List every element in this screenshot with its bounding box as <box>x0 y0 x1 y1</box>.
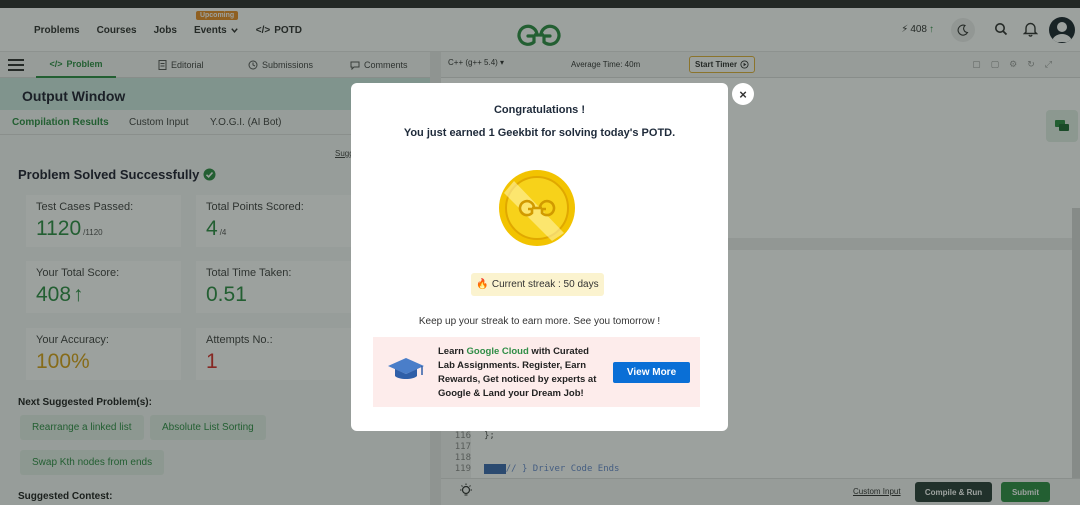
streak-badge: 🔥 Current streak : 50 days <box>471 273 604 296</box>
promo-learn: Learn <box>438 346 467 357</box>
view-more-button[interactable]: View More <box>613 362 690 383</box>
fire-icon: 🔥 <box>476 279 489 290</box>
modal-message: You just earned 1 Geekbit for solving to… <box>403 127 676 139</box>
graduation-cap-icon <box>388 358 424 379</box>
geekbit-coin-icon <box>499 170 575 246</box>
promo-text: Learn Google Cloud with Curated Lab Assi… <box>438 345 608 401</box>
keep-up-text: Keep up your streak to earn more. See yo… <box>418 316 661 327</box>
close-icon[interactable]: × <box>732 83 754 105</box>
modal-title: Congratulations ! <box>493 104 586 116</box>
streak-text: Current streak : 50 days <box>491 279 599 290</box>
promo-brand: Google Cloud <box>466 346 529 357</box>
congrats-modal: Congratulations ! You just earned 1 Geek… <box>351 83 728 431</box>
promo-banner: Learn Google Cloud with Curated Lab Assi… <box>373 337 700 407</box>
